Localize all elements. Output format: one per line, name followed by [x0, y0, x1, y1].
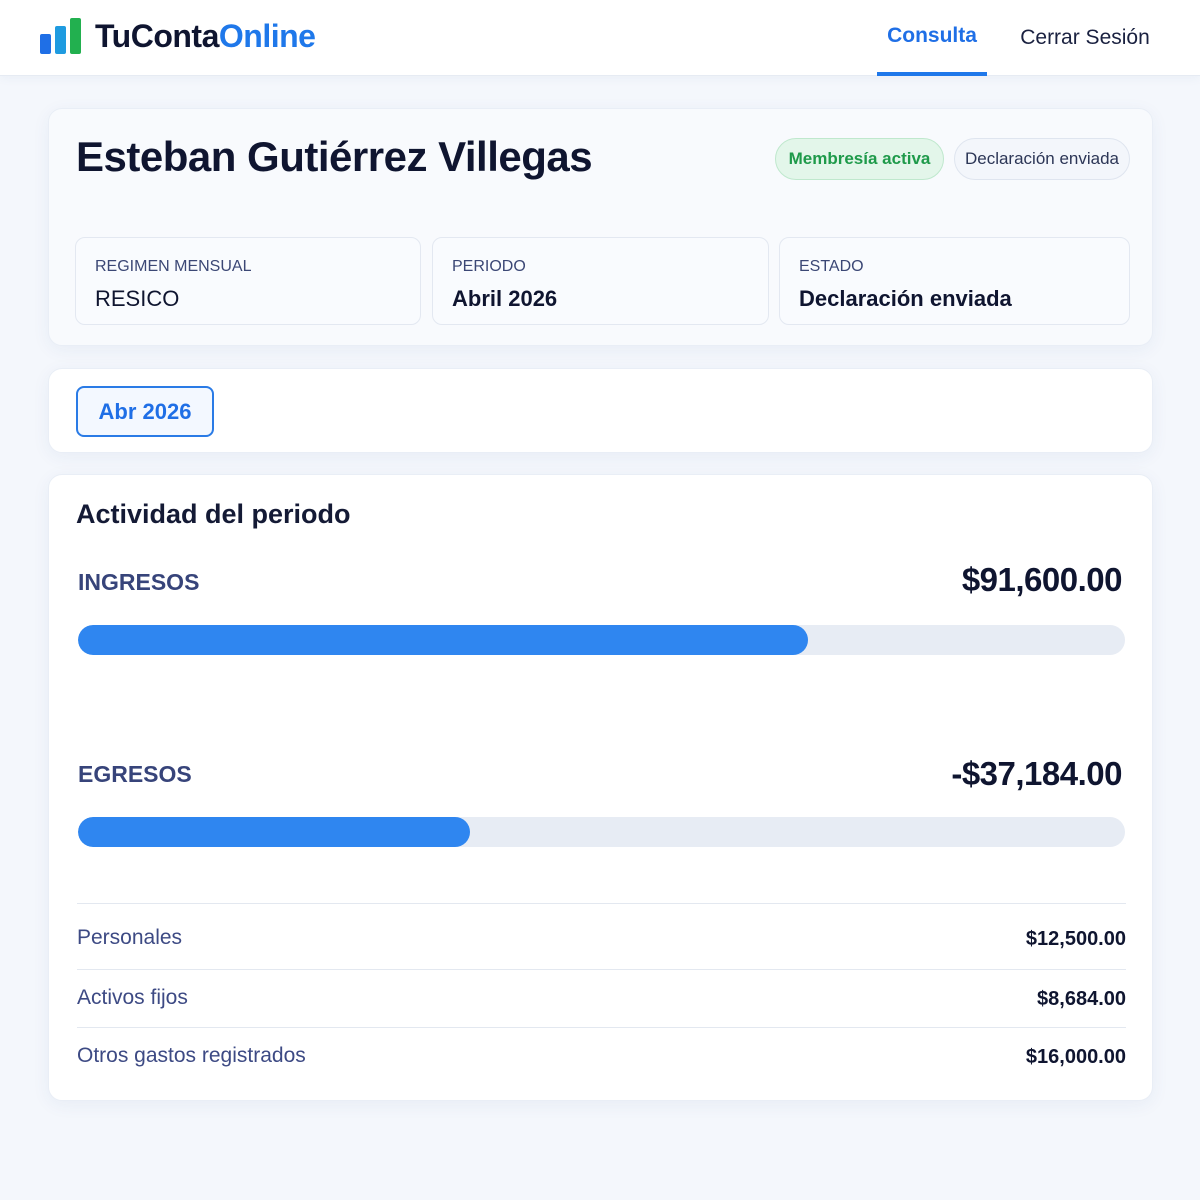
top-bar: TuContaOnline Consulta Cerrar Sesión [0, 0, 1200, 76]
membership-status-badge: Membresía activa [775, 138, 944, 180]
info-label: PERIODO [452, 258, 526, 275]
row-label: Activos fijos [77, 986, 188, 1009]
income-value: $91,600.00 [961, 561, 1123, 598]
row-value: $16,000.00 [1025, 1046, 1126, 1068]
row-value: $8,684.00 [1037, 988, 1126, 1010]
info-value: Declaración enviada [799, 286, 1012, 311]
brand-logo[interactable]: TuContaOnline [40, 16, 316, 56]
row-label: Personales [77, 926, 183, 949]
expenses-progress-fill [78, 817, 470, 847]
info-box-periodo: PERIODO Abril 2026 [432, 237, 769, 325]
brand-name-part1: TuConta [95, 17, 219, 54]
expense-breakdown-row: Personales $12,500.00 [77, 903, 1126, 963]
expense-breakdown-row: Activos fijos $8,684.00 [77, 969, 1126, 1029]
bar-chart-icon [40, 18, 81, 54]
logout-link[interactable]: Cerrar Sesión [1010, 0, 1160, 76]
client-summary-card: Esteban Gutiérrez Villegas Membresía act… [48, 108, 1153, 346]
expenses-label: EGRESOS [78, 761, 192, 787]
brand-name-part2: Online [218, 17, 316, 54]
expenses-progress-track [78, 817, 1125, 847]
client-name: Esteban Gutiérrez Villegas [76, 133, 593, 180]
info-value: RESICO [95, 286, 180, 311]
section-title: Actividad del periodo [76, 499, 351, 529]
declaration-status-badge: Declaración enviada [954, 138, 1130, 180]
nav-tab-consulta[interactable]: Consulta [877, 0, 987, 76]
income-label: INGRESOS [78, 569, 200, 595]
income-progress-fill [78, 625, 808, 655]
info-label: REGIMEN MENSUAL [95, 258, 252, 275]
info-value: Abril 2026 [452, 286, 558, 311]
info-label: ESTADO [799, 258, 864, 275]
info-box-estado: ESTADO Declaración enviada [779, 237, 1130, 325]
row-value: $12,500.00 [1025, 928, 1126, 950]
activity-card: Actividad del periodo INGRESOS $91,600.0… [48, 474, 1153, 1101]
brand-name: TuContaOnline [95, 17, 316, 55]
row-label: Otros gastos registrados [77, 1044, 306, 1067]
expense-breakdown-row: Otros gastos registrados $16,000.00 [77, 1027, 1126, 1087]
period-chip-selected[interactable]: Abr 2026 [76, 386, 214, 437]
period-selector-card: Abr 2026 [48, 368, 1153, 453]
info-box-regimen: REGIMEN MENSUAL RESICO [75, 237, 421, 325]
expenses-value: -$37,184.00 [951, 755, 1122, 792]
income-progress-track [78, 625, 1125, 655]
